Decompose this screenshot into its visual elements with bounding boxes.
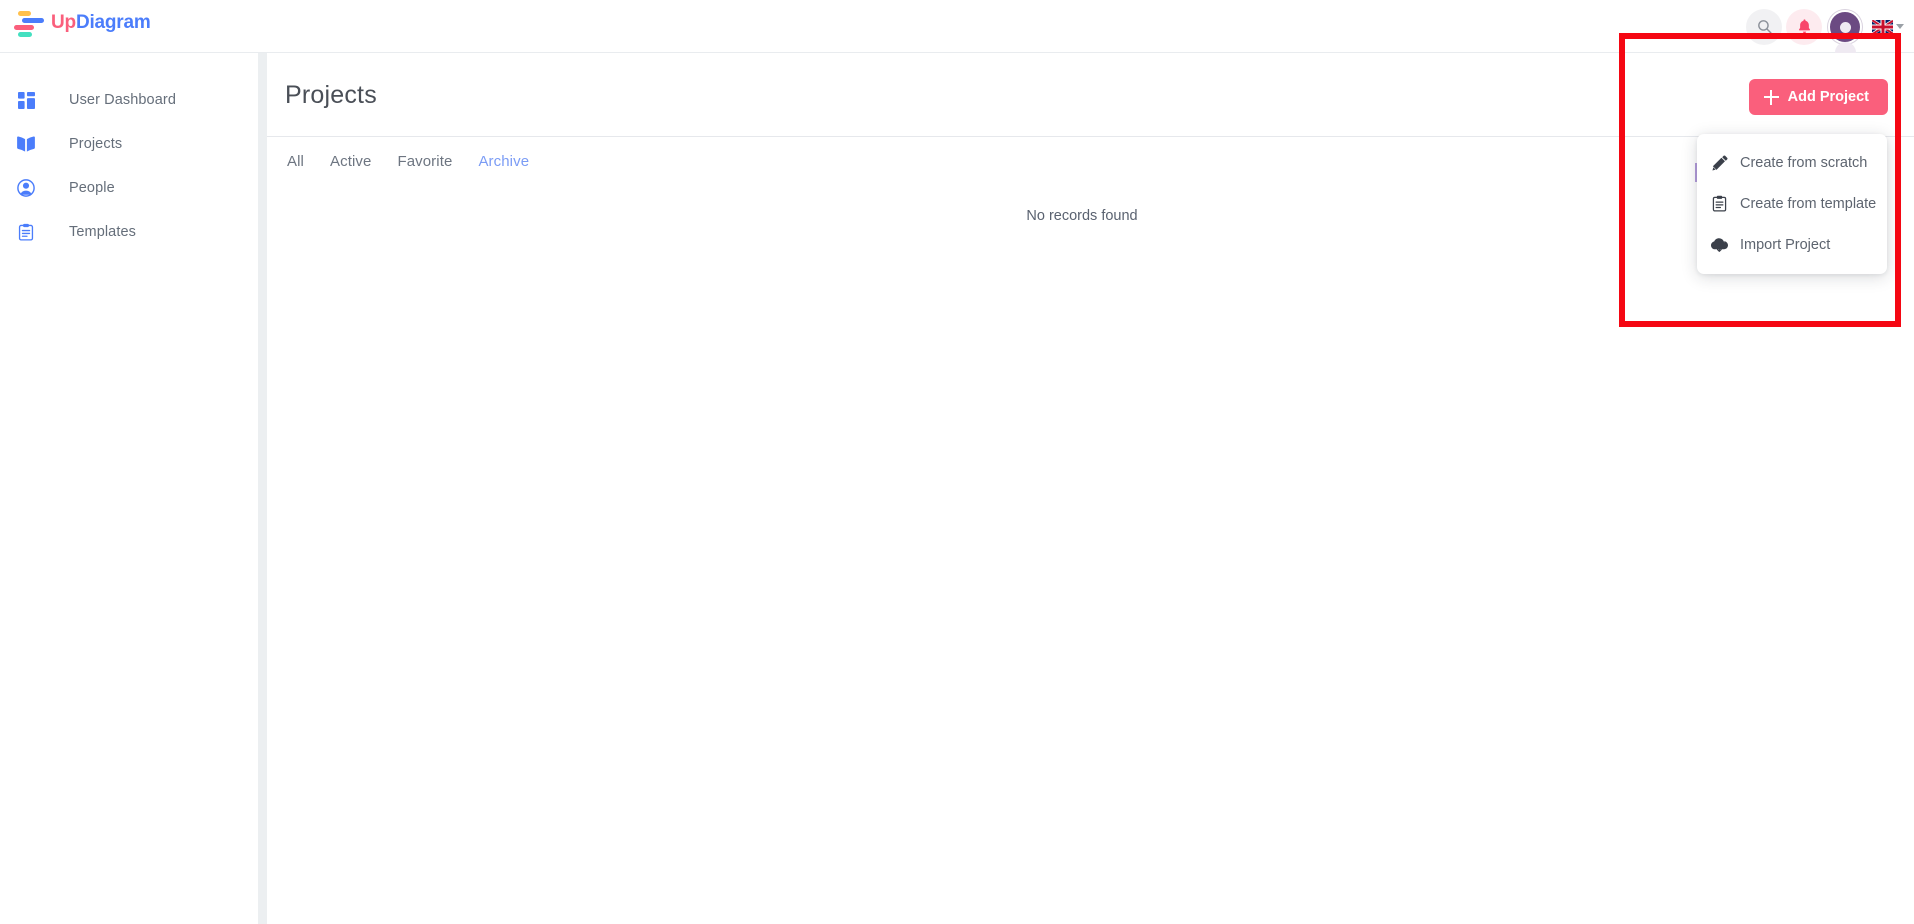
tab-active[interactable]: Active <box>330 153 371 170</box>
tab-archive[interactable]: Archive <box>478 153 529 170</box>
menu-item-label: Import Project <box>1740 236 1831 253</box>
top-bar: UpDiagram <box>0 0 1914 53</box>
menu-item-import-project[interactable]: Import Project <box>1697 224 1887 265</box>
sidebar-item-user-dashboard[interactable]: User Dashboard <box>0 78 258 122</box>
sidebar-item-label: People <box>69 180 115 196</box>
clipboard-icon <box>1711 195 1728 212</box>
add-project-button-label: Add Project <box>1787 89 1869 105</box>
add-project-dropdown-menu: Create from scratch Create from template… <box>1697 134 1887 274</box>
sidebar-item-label: Templates <box>69 224 136 240</box>
language-selector[interactable] <box>1872 19 1904 34</box>
logo-text: UpDiagram <box>51 12 151 34</box>
avatar[interactable] <box>1828 9 1862 53</box>
project-filter-tabs: All Active Favorite Archive <box>267 137 1914 186</box>
menu-item-label: Create from scratch <box>1740 154 1868 171</box>
menu-item-create-from-template[interactable]: Create from template <box>1697 183 1887 224</box>
person-circle-icon <box>15 177 37 199</box>
sidebar-nav: User Dashboard Projects People Templates <box>0 53 258 254</box>
sidebar-item-label: Projects <box>69 136 123 152</box>
app-logo[interactable]: UpDiagram <box>14 9 151 37</box>
content-card: Projects Add Project All Active Favorite… <box>267 53 1914 924</box>
pencil-icon <box>1711 154 1728 171</box>
page-header: Projects Add Project <box>267 53 1914 137</box>
logo-text-diagram: Diagram <box>75 12 151 33</box>
dashboard-grid-icon <box>15 89 37 111</box>
logo-mark-icon <box>14 9 44 37</box>
bell-icon[interactable] <box>1786 8 1822 45</box>
uk-flag-icon <box>1872 19 1893 34</box>
menu-item-label: Create from template <box>1740 195 1877 212</box>
top-bar-actions <box>1746 0 1904 53</box>
empty-state: No records found <box>267 186 1914 224</box>
sidebar-item-people[interactable]: People <box>0 166 258 210</box>
sidebar-item-projects[interactable]: Projects <box>0 122 258 166</box>
logo-text-up: Up <box>51 12 76 33</box>
sidebar-item-templates[interactable]: Templates <box>0 210 258 254</box>
book-icon <box>15 133 37 155</box>
cloud-download-icon <box>1711 236 1728 253</box>
tab-favorite[interactable]: Favorite <box>397 153 452 170</box>
page-title: Projects <box>285 81 377 109</box>
plus-icon <box>1763 89 1779 105</box>
search-icon[interactable] <box>1746 8 1782 45</box>
menu-item-create-from-scratch[interactable]: Create from scratch <box>1697 142 1887 183</box>
sidebar-item-label: User Dashboard <box>69 92 176 108</box>
sidebar-content-divider <box>258 53 267 924</box>
empty-state-message: No records found <box>1026 208 1138 224</box>
chevron-down-icon <box>1896 24 1904 29</box>
clipboard-icon <box>15 221 37 243</box>
tab-all[interactable]: All <box>287 153 304 170</box>
sidebar: User Dashboard Projects People Templates <box>0 53 258 924</box>
add-project-button[interactable]: Add Project <box>1748 79 1888 115</box>
